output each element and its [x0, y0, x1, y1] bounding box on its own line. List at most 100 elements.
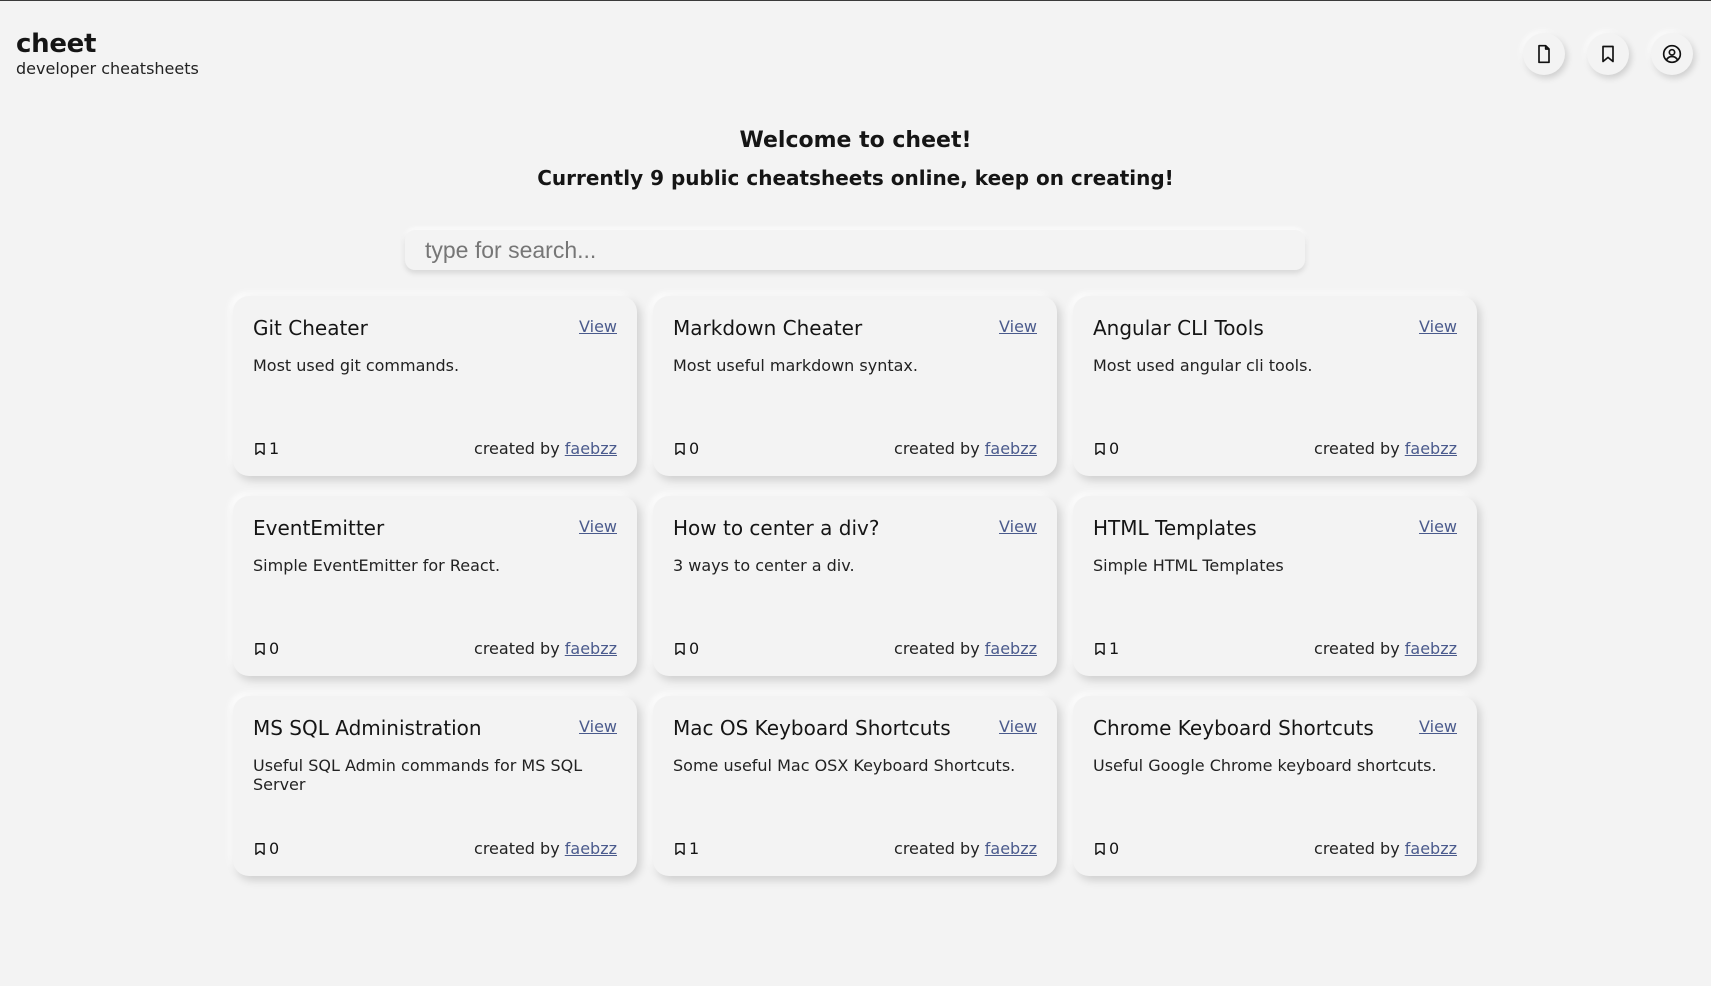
file-icon: [1538, 44, 1550, 64]
cheatsheet-card: MS SQL Administration View Useful SQL Ad…: [233, 696, 637, 876]
card-author: created by faebzz: [894, 439, 1037, 458]
brand[interactable]: cheet developer cheatsheets: [16, 29, 199, 79]
bookmark-count-value: 0: [1109, 839, 1120, 858]
bookmark-icon: [675, 642, 685, 655]
bookmark-count[interactable]: 0: [673, 639, 699, 658]
bookmark-count-value: 1: [689, 839, 700, 858]
bookmark-count[interactable]: 0: [1093, 439, 1119, 458]
view-link[interactable]: View: [999, 317, 1037, 336]
created-by-label: created by: [474, 639, 560, 658]
card-description: Some useful Mac OSX Keyboard Shortcuts.: [673, 756, 1016, 775]
author-link[interactable]: faebzz: [1405, 439, 1457, 458]
card-description: Useful SQL Admin commands for MS SQL Ser…: [253, 756, 583, 794]
cheatsheet-card: Chrome Keyboard Shortcuts View Useful Go…: [1073, 696, 1477, 876]
bookmark-count[interactable]: 1: [673, 839, 699, 858]
new-cheatsheet-button[interactable]: [1523, 33, 1565, 75]
cheatsheet-card: Mac OS Keyboard Shortcuts View Some usef…: [653, 696, 1057, 876]
bookmark-icon: [255, 442, 265, 455]
bookmark-icon: [675, 442, 685, 455]
view-link[interactable]: View: [1419, 317, 1457, 336]
view-link[interactable]: View: [579, 717, 617, 736]
card-footer: 0 created by faebzz: [253, 639, 617, 658]
author-link[interactable]: faebzz: [1405, 839, 1457, 858]
card-footer: 0 created by faebzz: [673, 439, 1037, 458]
cheatsheet-card: Angular CLI Tools View Most used angular…: [1073, 296, 1477, 476]
created-by-label: created by: [1314, 439, 1400, 458]
card-author: created by faebzz: [894, 839, 1037, 858]
card-author: created by faebzz: [474, 839, 617, 858]
user-circle-icon: [1662, 44, 1682, 64]
card-author: created by faebzz: [1314, 639, 1457, 658]
app-subtitle: developer cheatsheets: [16, 59, 199, 78]
card-description: Simple HTML Templates: [1093, 556, 1284, 575]
cheatsheet-grid: Git Cheater View Most used git commands.…: [233, 296, 1477, 876]
view-link[interactable]: View: [999, 517, 1037, 536]
created-by-label: created by: [474, 439, 560, 458]
app-title: cheet: [16, 29, 97, 59]
view-link[interactable]: View: [999, 717, 1037, 736]
view-link[interactable]: View: [1419, 717, 1457, 736]
card-footer: 0 created by faebzz: [253, 839, 617, 858]
author-link[interactable]: faebzz: [565, 639, 617, 658]
author-link[interactable]: faebzz: [565, 839, 617, 858]
profile-button[interactable]: [1651, 33, 1693, 75]
search-bar: [405, 230, 1305, 270]
author-link[interactable]: faebzz: [985, 439, 1037, 458]
bookmark-icon: [675, 842, 685, 855]
bookmark-count[interactable]: 1: [253, 439, 279, 458]
welcome-subtitle: Currently 9 public cheatsheets online, k…: [537, 166, 1174, 190]
view-link[interactable]: View: [579, 517, 617, 536]
author-link[interactable]: faebzz: [565, 439, 617, 458]
cheatsheet-card: HTML Templates View Simple HTML Template…: [1073, 496, 1477, 676]
card-description: Useful Google Chrome keyboard shortcuts.: [1093, 756, 1437, 775]
created-by-label: created by: [1314, 639, 1400, 658]
cheatsheet-card: Markdown Cheater View Most useful markdo…: [653, 296, 1057, 476]
view-link[interactable]: View: [579, 317, 617, 336]
card-title: Angular CLI Tools: [1093, 316, 1264, 340]
card-description: Simple EventEmitter for React.: [253, 556, 501, 575]
bookmark-count-value: 1: [269, 439, 280, 458]
view-link[interactable]: View: [1419, 517, 1457, 536]
card-footer: 1 created by faebzz: [673, 839, 1037, 858]
created-by-label: created by: [1314, 839, 1400, 858]
cheatsheet-card: How to center a div? View 3 ways to cent…: [653, 496, 1057, 676]
card-title: Chrome Keyboard Shortcuts: [1093, 716, 1374, 740]
card-title: HTML Templates: [1093, 516, 1257, 540]
author-link[interactable]: faebzz: [985, 839, 1037, 858]
bookmark-count[interactable]: 0: [253, 839, 279, 858]
card-title: Git Cheater: [253, 316, 368, 340]
bookmarks-button[interactable]: [1587, 33, 1629, 75]
created-by-label: created by: [474, 839, 560, 858]
bookmark-count-value: 0: [689, 639, 700, 658]
card-title: Markdown Cheater: [673, 316, 863, 340]
card-footer: 0 created by faebzz: [1093, 839, 1457, 858]
welcome-title: Welcome to cheet!: [739, 128, 972, 153]
bookmark-count-value: 0: [1109, 439, 1120, 458]
search-input[interactable]: [405, 230, 1305, 270]
created-by-label: created by: [894, 639, 980, 658]
created-by-label: created by: [894, 839, 980, 858]
card-footer: 0 created by faebzz: [673, 639, 1037, 658]
bookmark-count-value: 0: [269, 639, 280, 658]
card-footer: 0 created by faebzz: [1093, 439, 1457, 458]
author-link[interactable]: faebzz: [985, 639, 1037, 658]
created-by-label: created by: [894, 439, 980, 458]
author-link[interactable]: faebzz: [1405, 639, 1457, 658]
bookmark-count[interactable]: 1: [1093, 639, 1119, 658]
card-description: Most used angular cli tools.: [1093, 356, 1313, 375]
bookmark-count-value: 1: [1109, 639, 1120, 658]
bookmark-icon: [1095, 442, 1105, 455]
card-author: created by faebzz: [474, 439, 617, 458]
card-description: 3 ways to center a div.: [673, 556, 855, 575]
card-footer: 1 created by faebzz: [253, 439, 617, 458]
card-author: created by faebzz: [1314, 839, 1457, 858]
bookmark-count-value: 0: [269, 839, 280, 858]
bookmark-count[interactable]: 0: [253, 639, 279, 658]
card-title: EventEmitter: [253, 516, 385, 540]
card-description: Most useful markdown syntax.: [673, 356, 918, 375]
bookmark-count[interactable]: 0: [1093, 839, 1119, 858]
card-title: MS SQL Administration: [253, 716, 482, 740]
bookmark-count[interactable]: 0: [673, 439, 699, 458]
cheatsheet-card: Git Cheater View Most used git commands.…: [233, 296, 637, 476]
bookmark-count-value: 0: [689, 439, 700, 458]
